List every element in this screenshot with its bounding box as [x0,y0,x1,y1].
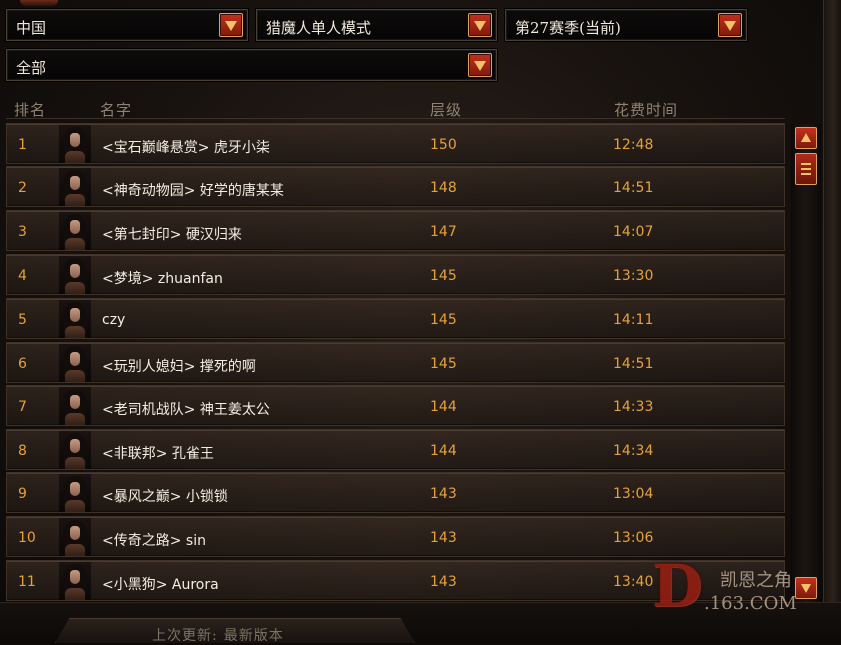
last-update-value: 最新版本 [223,628,284,644]
row-rank: 9 [18,486,27,502]
row-level: 150 [430,137,457,153]
row-time: 13:04 [613,486,654,502]
portrait-icon [59,387,91,425]
scrollbar-track[interactable] [791,124,821,602]
row-level: 143 [430,530,457,546]
row-player-name: czy [102,312,126,328]
row-rank: 10 [18,530,36,546]
row-rank: 2 [18,180,27,196]
arrow-up-icon[interactable] [795,127,817,149]
row-player-name: <老司机战队> 神王姜太公 [102,402,270,418]
portrait-icon [59,300,91,338]
row-player-name: <梦境> zhuanfan [102,271,223,287]
row-time: 12:48 [613,137,654,153]
row-rank: 1 [18,137,27,153]
table-row[interactable]: 2 <神奇动物园> 好学的唐某某 148 14:51 [6,166,785,207]
row-time: 13:06 [613,530,654,546]
row-player-name: <第七封印> 硬汉归来 [102,227,242,243]
row-player-name: <玩别人媳妇> 撑死的啊 [102,359,256,375]
chevron-down-icon[interactable] [219,13,243,37]
watermark-domain: .163.COM [704,593,797,614]
portrait-icon [59,125,91,163]
table-row[interactable]: 9 <暴风之巅> 小锁锁 143 13:04 [6,472,785,513]
watermark-site-name: 凯恩之角 [720,570,792,591]
row-time: 13:40 [613,574,654,590]
portrait-icon [59,431,91,469]
portrait-icon [59,474,91,512]
column-header-time[interactable]: 花费时间 [614,99,678,120]
chevron-down-icon[interactable] [468,13,492,37]
portrait-icon [59,256,91,294]
watermark-letter: D [652,552,703,620]
table-row[interactable]: 6 <玩别人媳妇> 撑死的啊 145 14:51 [6,342,785,383]
portrait-icon [59,168,91,206]
class-filter-dropdown[interactable]: 全部 [6,49,497,81]
row-time: 13:30 [613,268,654,284]
row-level: 148 [430,180,457,196]
mode-dropdown[interactable]: 猎魔人单人模式 [256,9,497,41]
row-level: 144 [430,443,457,459]
row-level: 143 [430,486,457,502]
column-header-level[interactable]: 层级 [430,99,462,120]
top-ornament [20,0,58,6]
portrait-icon [59,344,91,382]
row-player-name: <宝石巅峰悬赏> 虎牙小柒 [102,140,270,156]
chevron-down-icon[interactable] [718,13,742,37]
row-rank: 4 [18,268,27,284]
window-border-right [823,0,841,643]
column-header-name[interactable]: 名字 [100,99,132,120]
table-row[interactable]: 4 <梦境> zhuanfan 145 13:30 [6,254,785,295]
table-row[interactable]: 5 czy 145 14:11 [6,298,785,339]
row-player-name: <暴风之巅> 小锁锁 [102,489,228,505]
table-row[interactable]: 10 <传奇之路> sin 143 13:06 [6,516,785,557]
region-dropdown[interactable]: 中国 [6,9,248,41]
row-level: 145 [430,356,457,372]
row-time: 14:11 [613,312,654,328]
row-rank: 3 [18,224,27,240]
row-rank: 11 [18,574,36,590]
row-level: 143 [430,574,457,590]
row-time: 14:33 [613,399,654,415]
season-dropdown-value: 第27赛季(当前) [515,19,621,37]
last-update-label: 上次更新: [152,628,218,644]
column-header-rank[interactable]: 排名 [14,99,46,120]
scrollbar-thumb[interactable] [795,153,817,185]
row-level: 145 [430,268,457,284]
watermark-logo: D 凯恩之角 .163.COM [652,557,822,619]
mode-dropdown-value: 猎魔人单人模式 [266,19,372,37]
row-time: 14:51 [613,356,654,372]
row-player-name: <传奇之路> sin [102,533,206,549]
region-dropdown-value: 中国 [16,19,47,37]
row-player-name: <非联邦> 孔雀王 [102,446,214,462]
row-time: 14:07 [613,224,654,240]
last-update-status: 上次更新: 最新版本 [152,625,284,645]
row-time: 14:34 [613,443,654,459]
portrait-icon [59,518,91,556]
row-rank: 5 [18,312,27,328]
class-filter-dropdown-value: 全部 [16,59,47,77]
row-rank: 8 [18,443,27,459]
portrait-icon [59,562,91,600]
table-row[interactable]: 1 <宝石巅峰悬赏> 虎牙小柒 150 12:48 [6,123,785,164]
season-dropdown[interactable]: 第27赛季(当前) [505,9,747,41]
row-level: 145 [430,312,457,328]
row-level: 144 [430,399,457,415]
row-level: 147 [430,224,457,240]
row-player-name: <神奇动物园> 好学的唐某某 [102,183,284,199]
row-rank: 6 [18,356,27,372]
row-rank: 7 [18,399,27,415]
leaderboard-header: 排名 名字 层级 花费时间 [6,92,785,119]
row-time: 14:51 [613,180,654,196]
table-row[interactable]: 8 <非联邦> 孔雀王 144 14:34 [6,429,785,470]
table-row[interactable]: 3 <第七封印> 硬汉归来 147 14:07 [6,210,785,251]
row-player-name: <小黑狗> Aurora [102,577,219,593]
chevron-down-icon[interactable] [468,53,492,77]
table-row[interactable]: 7 <老司机战队> 神王姜太公 144 14:33 [6,385,785,426]
portrait-icon [59,212,91,250]
